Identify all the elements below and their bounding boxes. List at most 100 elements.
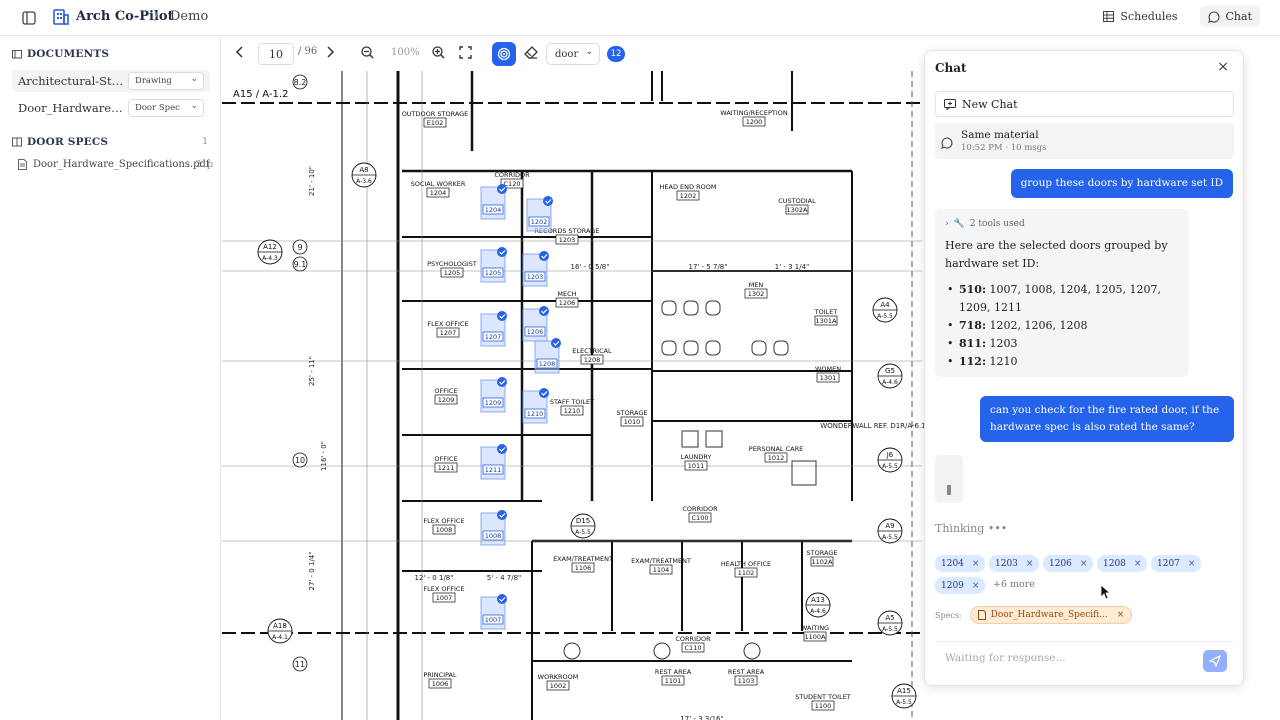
eraser-icon[interactable] — [524, 46, 538, 62]
chat-session-item[interactable]: Same material 10:52 PM · 10 msgs — [935, 123, 1234, 159]
schedules-button[interactable]: Schedules — [1095, 6, 1185, 27]
room-name: SOCIAL WORKER — [411, 180, 466, 188]
list-item: 510: 1007, 1008, 1204, 1205, 1207, 1209,… — [947, 281, 1179, 317]
room-name: REST AREA — [728, 668, 765, 676]
room-name: CORRIDOR — [494, 171, 530, 179]
bubble-sheet: A-4.1 — [272, 634, 288, 641]
door-number: 1204 — [485, 206, 502, 214]
selected-door-marker[interactable]: 1207 — [480, 311, 507, 347]
document-type-select[interactable]: Door Spec ⌄ — [128, 99, 204, 117]
door-number: 1205 — [485, 269, 502, 277]
grid-number: 8.2 — [292, 74, 308, 90]
remove-icon: × — [1116, 610, 1125, 620]
selected-count-badge: 12 — [607, 46, 625, 62]
door-number: 1207 — [485, 333, 502, 341]
target-icon — [497, 47, 511, 61]
document-item-door-hardware[interactable]: Door_Hardware_Sp... Door Spec⌄ — [12, 97, 210, 119]
app-title[interactable]: Arch Co-Pilot — [76, 9, 174, 24]
door-chip[interactable]: 1207 × — [1151, 555, 1202, 572]
zoom-in-icon[interactable] — [432, 46, 445, 62]
selected-door-marker[interactable]: 1205 — [480, 247, 507, 283]
room-name: WOMEN — [815, 365, 841, 373]
chat-input[interactable]: Waiting for response... — [935, 641, 1235, 675]
room-name: OFFICE — [434, 455, 457, 463]
table-icon — [1103, 11, 1115, 22]
selected-door-marker[interactable]: 1008 — [480, 510, 507, 546]
selected-door-marker[interactable]: 1211 — [480, 444, 507, 480]
door-specs-header[interactable]: DOOR SPECS — [12, 136, 108, 148]
more-chips-link[interactable]: +6 more — [993, 579, 1035, 590]
room-number: 1102 — [738, 569, 755, 577]
list-item: 718: 1202, 1206, 1208 — [947, 317, 1179, 335]
door-chip[interactable]: 1206 × — [1043, 555, 1094, 572]
grid-number: 10 — [292, 452, 308, 468]
document-type-select[interactable]: Drawing ⌄ — [128, 72, 204, 90]
door-chip[interactable]: 1208 × — [1097, 555, 1148, 572]
room-number: 1106 — [575, 564, 592, 572]
svg-text:11: 11 — [295, 660, 305, 669]
sheet-label: A15 / A-1.2 — [233, 89, 288, 100]
chat-button[interactable]: Chat — [1199, 6, 1260, 27]
selected-door-marker[interactable]: 1202 — [526, 196, 553, 232]
specs-count: 1 — [202, 137, 208, 147]
grid-bubble: A12 A-4.3 — [257, 239, 283, 265]
door-number: 1008 — [485, 532, 502, 540]
room-name: TOILET — [814, 308, 838, 316]
fit-screen-icon[interactable] — [459, 46, 472, 62]
new-chat-icon — [944, 98, 956, 110]
svg-text:10: 10 — [295, 456, 305, 465]
door-chip[interactable]: 1203 × — [989, 555, 1040, 572]
close-icon[interactable]: × — [1217, 59, 1229, 75]
room-label: STAFF TOILET1210 — [550, 398, 594, 416]
door-chip[interactable]: 1209 × — [935, 577, 986, 594]
check-badge-icon — [497, 444, 507, 454]
room-label: EXAM/TREATMENT1106 — [553, 555, 613, 573]
new-chat-button[interactable]: New Chat — [935, 91, 1234, 117]
spec-chip[interactable]: Door_Hardware_Specifi... × — [969, 606, 1133, 624]
svg-text:9.1: 9.1 — [294, 260, 307, 269]
breadcrumb-project[interactable]: Demo — [170, 9, 208, 24]
bubble-label: D15 — [576, 517, 590, 525]
grid-bubble: A5 A-5.5 — [877, 610, 903, 636]
door-chip[interactable]: 1204 × — [935, 555, 986, 572]
sidebar-toggle-icon[interactable] — [18, 7, 40, 29]
zoom-out-icon[interactable] — [361, 46, 374, 62]
tools-used-toggle[interactable]: › 🔧 2 tools used — [945, 215, 1179, 233]
room-name: FLEX OFFICE — [427, 320, 468, 328]
door-number: 1202 — [531, 218, 548, 226]
selected-door-marker[interactable]: 1206 — [522, 306, 549, 342]
selected-door-marker[interactable]: 1203 — [522, 251, 549, 287]
element-filter-select[interactable]: door ⌄ — [546, 43, 600, 65]
grid-number: 9 — [292, 239, 308, 255]
room-number: 1101 — [665, 677, 682, 685]
remove-icon: × — [1025, 558, 1034, 569]
room-label: OUTDOOR STORAGEE102 — [402, 110, 469, 128]
list-item: 811: 1203 — [947, 335, 1179, 353]
selected-door-marker[interactable]: 1007 — [480, 594, 507, 630]
room-label: PSYCHOLOGIST1205 — [427, 260, 477, 278]
documents-sidebar: DOCUMENTS Architectural-Struct... Drawin… — [0, 37, 221, 720]
selected-door-marker[interactable]: 1210 — [522, 388, 549, 424]
room-name: PERSONAL CARE — [749, 445, 803, 453]
page-number-input[interactable]: 10 — [258, 43, 294, 65]
hardware-groups-list: 510: 1007, 1008, 1204, 1205, 1207, 1209,… — [947, 281, 1179, 371]
room-name: OUTDOOR STORAGE — [402, 110, 469, 118]
send-button[interactable] — [1203, 650, 1227, 672]
detect-doors-button[interactable] — [492, 42, 516, 66]
room-number: 1103 — [738, 677, 755, 685]
selected-door-marker[interactable]: 1209 — [480, 377, 507, 413]
svg-text:9: 9 — [297, 243, 302, 252]
bubble-label: A18 — [273, 622, 287, 630]
spec-file-item[interactable]: Door_Hardware_Specifications.pdf 21p — [18, 159, 213, 170]
selected-door-marker[interactable]: 1204 — [480, 184, 507, 220]
bubble-sheet: A-4.6 — [882, 379, 898, 386]
next-page-icon[interactable] — [325, 46, 335, 61]
room-name: WAITING — [801, 624, 829, 632]
prev-page-icon[interactable] — [235, 46, 245, 61]
document-item-architectural[interactable]: Architectural-Struct... Drawing⌄ — [12, 70, 210, 92]
room-number: 1006 — [432, 680, 449, 688]
selected-door-marker[interactable]: 1208 — [534, 338, 561, 374]
file-icon — [977, 610, 986, 620]
room-label: LAUNDRY1011 — [681, 453, 711, 471]
assistant-message: › 🔧 2 tools used Here are the selected d… — [935, 209, 1189, 377]
